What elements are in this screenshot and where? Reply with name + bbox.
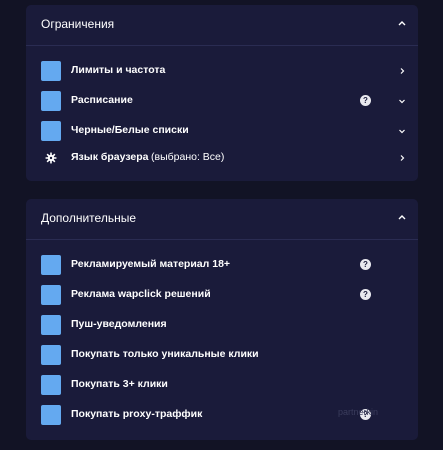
- restriction-row-browser-language[interactable]: Язык браузера (выбрано: Все): [26, 146, 418, 170]
- additional-row-push[interactable]: Пуш-уведомления: [26, 313, 418, 337]
- chevron-up-icon[interactable]: [396, 17, 408, 29]
- restriction-row-schedule[interactable]: Расписание ?: [26, 89, 418, 113]
- 3plus-clicks-label: Покупать 3+ клики: [71, 378, 168, 390]
- proxy-checkbox[interactable]: [41, 405, 61, 425]
- additional-row-3plus-clicks[interactable]: Покупать 3+ клики: [26, 373, 418, 397]
- push-label: Пуш-уведомления: [71, 318, 167, 330]
- gear-icon: [45, 152, 57, 164]
- wapclick-checkbox[interactable]: [41, 285, 61, 305]
- chevron-right-icon[interactable]: [398, 67, 406, 75]
- browser-language-selected: (выбрано: Все): [151, 151, 225, 163]
- additional-row-unique-clicks[interactable]: Покупать только уникальные клики: [26, 343, 418, 367]
- limits-checkbox[interactable]: [41, 61, 61, 81]
- restrictions-header[interactable]: Ограничения: [26, 5, 418, 46]
- additional-row-adult[interactable]: Рекламируемый материал 18+ ?: [26, 253, 418, 277]
- watermark-text: partnerkin: [338, 407, 379, 417]
- adult-checkbox[interactable]: [41, 255, 61, 275]
- restrictions-title: Ограничения: [41, 17, 115, 31]
- browser-language-label: Язык браузера: [71, 151, 149, 163]
- restrictions-panel: Ограничения Лимиты и частота Расписание …: [26, 5, 418, 181]
- proxy-label: Покупать proxy-траффик: [71, 408, 203, 420]
- schedule-checkbox[interactable]: [41, 91, 61, 111]
- schedule-label: Расписание: [71, 94, 133, 106]
- restriction-row-limits[interactable]: Лимиты и частота: [26, 59, 418, 83]
- chevron-up-icon[interactable]: [396, 211, 408, 223]
- restriction-row-lists[interactable]: Черные/Белые списки: [26, 119, 418, 143]
- limits-label: Лимиты и частота: [71, 64, 166, 76]
- chevron-right-icon[interactable]: [398, 154, 406, 162]
- additional-header[interactable]: Дополнительные: [26, 199, 418, 240]
- additional-panel: Дополнительные Рекламируемый материал 18…: [26, 199, 418, 440]
- wapclick-label: Реклама wapclick решений: [71, 288, 211, 300]
- push-checkbox[interactable]: [41, 315, 61, 335]
- unique-clicks-label: Покупать только уникальные клики: [71, 348, 259, 360]
- chevron-down-icon[interactable]: [398, 97, 406, 105]
- additional-title: Дополнительные: [41, 211, 136, 225]
- help-icon[interactable]: ?: [360, 289, 371, 300]
- help-icon[interactable]: ?: [360, 95, 371, 106]
- chevron-down-icon[interactable]: [398, 127, 406, 135]
- adult-label: Рекламируемый материал 18+: [71, 258, 231, 270]
- lists-checkbox[interactable]: [41, 121, 61, 141]
- lists-label: Черные/Белые списки: [71, 124, 189, 136]
- 3plus-clicks-checkbox[interactable]: [41, 375, 61, 395]
- unique-clicks-checkbox[interactable]: [41, 345, 61, 365]
- help-icon[interactable]: ?: [360, 259, 371, 270]
- additional-row-wapclick[interactable]: Реклама wapclick решений ?: [26, 283, 418, 307]
